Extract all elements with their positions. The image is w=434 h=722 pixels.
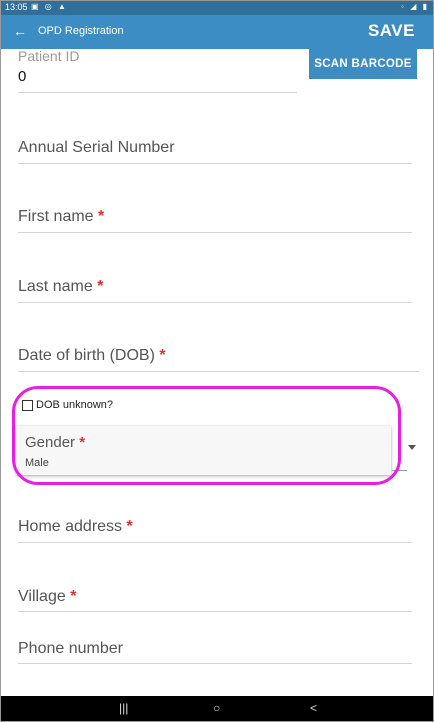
required-marker: *: [159, 347, 166, 364]
annual-serial-number-label: Annual Serial Number: [18, 139, 175, 156]
last-name-underline: [18, 302, 412, 303]
home-address-label-text: Home address: [18, 518, 123, 535]
app-screen: 13:05 ▣ ◎ ▲ ◦ ◢ ▮ ← OPD Registration SAV…: [0, 0, 434, 722]
required-marker: *: [98, 208, 105, 225]
first-name-label-text: First name: [18, 208, 94, 225]
system-nav-bar: ||| ○ <: [1, 696, 433, 721]
app-bar: ← OPD Registration SAVE: [1, 15, 433, 49]
dob-underline: [18, 371, 419, 372]
required-marker: *: [70, 588, 77, 605]
village-label-text: Village: [18, 588, 66, 605]
status-bar: 13:05 ▣ ◎ ▲ ◦ ◢ ▮: [1, 1, 433, 15]
dob-label: Date of birth (DOB) *: [18, 347, 166, 365]
dropdown-arrow-icon[interactable]: [408, 445, 416, 450]
village-label: Village *: [18, 588, 76, 606]
nav-back-icon[interactable]: <: [310, 701, 317, 715]
patient-id-label: Patient ID: [18, 48, 80, 64]
page-title: OPD Registration: [38, 25, 124, 37]
last-name-label-text: Last name: [18, 278, 93, 295]
village-underline: [18, 611, 412, 612]
dob-label-text: Date of birth (DOB): [18, 347, 155, 364]
notification-icons: ▣ ◎ ▲: [31, 2, 68, 11]
save-button[interactable]: SAVE: [368, 21, 415, 41]
annual-serial-number-underline: [18, 163, 412, 164]
system-status-icons: ◦ ◢ ▮: [401, 2, 429, 11]
last-name-label: Last name *: [18, 278, 103, 296]
status-time: 13:05: [5, 2, 28, 12]
back-arrow-icon[interactable]: ←: [13, 23, 27, 39]
phone-number-underline: [18, 663, 412, 664]
first-name-underline: [18, 232, 412, 233]
first-name-label: First name *: [18, 208, 104, 226]
required-marker: *: [126, 518, 133, 535]
home-address-underline: [18, 542, 412, 543]
required-marker: *: [97, 278, 104, 295]
recents-icon[interactable]: |||: [119, 701, 128, 715]
highlight-annotation: [12, 386, 401, 485]
phone-number-label: Phone number: [18, 640, 123, 657]
home-icon[interactable]: ○: [213, 701, 220, 715]
scan-barcode-button[interactable]: SCAN BARCODE: [309, 49, 417, 79]
patient-id-underline: [18, 92, 297, 93]
patient-id-value: 0: [18, 68, 27, 85]
home-address-label: Home address *: [18, 518, 133, 536]
